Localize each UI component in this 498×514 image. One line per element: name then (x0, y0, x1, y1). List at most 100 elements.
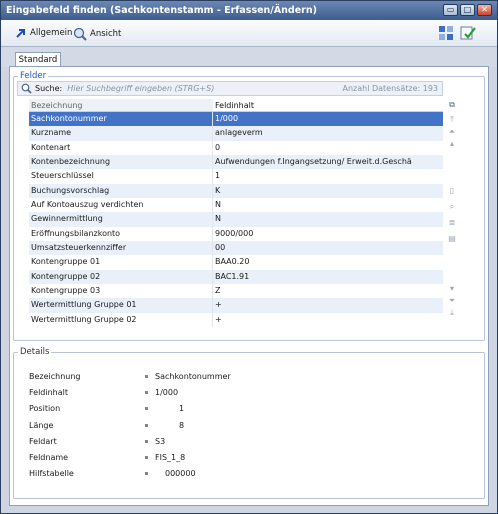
cell-feldinhalt: N (215, 214, 221, 224)
dialog-window: Eingabefeld finden (Sachkontenstamm - Er… (0, 0, 498, 514)
cell-feldinhalt: Aufwendungen f.Ingangsetzung/ Erweit.d.G… (215, 157, 412, 167)
table-row[interactable]: Wertermittlung Gruppe 01 + (29, 298, 443, 313)
move-up-small-icon[interactable]: ▴ (447, 139, 457, 149)
title-bar[interactable]: Eingabefeld finden (Sachkontenstamm - Er… (1, 1, 497, 20)
detail-value: 8 (179, 420, 185, 430)
cell-feldinhalt: anlageverm (215, 128, 263, 138)
detail-value: 000000 (165, 469, 196, 479)
arrow-up-right-icon (16, 29, 25, 38)
table-row[interactable]: Steuerschlüssel 1 (29, 169, 443, 184)
move-up-icon[interactable]: ⏶ (447, 127, 457, 137)
detail-row: Hilfstabelle 000000 (29, 466, 329, 482)
search-input[interactable]: Hier Suchbegriff eingeben (STRG+S) (67, 84, 214, 93)
search-label: Suche: (35, 84, 63, 93)
table-row[interactable]: Eröffnungsbilanzkonto 9000/000 (29, 226, 443, 242)
cell-bezeichnung: Wertermittlung Gruppe 01 (29, 298, 213, 313)
detail-value: 1 (179, 404, 185, 414)
felder-legend: Felder (20, 71, 47, 81)
detail-row: Feldinhalt 1/000 (29, 385, 329, 401)
felder-grid: Bezeichnung Feldinhalt Sachkontonummer 1/… (29, 99, 443, 328)
apply-icon[interactable] (459, 24, 477, 42)
details-legend: Details (20, 347, 50, 357)
table-row[interactable]: Sachkontonummer 1/000 (29, 112, 443, 127)
table-row[interactable]: Umsatzsteuerkennziffer 00 (29, 241, 443, 256)
detail-label: Feldinhalt (29, 388, 69, 398)
cell-feldinhalt: 1/000 (213, 112, 443, 127)
table-row[interactable]: Kontenart 0 (29, 140, 443, 156)
detail-label: Bezeichnung (29, 372, 81, 381)
table-row[interactable]: Auf Kontoauszug verdichten N (29, 198, 443, 213)
bullet-icon (145, 455, 148, 459)
detail-row: Position 1 (29, 401, 329, 417)
cell-bezeichnung: Sachkontonummer (29, 112, 213, 127)
tab-bar: Standard (1, 47, 497, 68)
copy-icon[interactable]: ⧉ (447, 100, 457, 110)
allgemein-button[interactable]: Allgemein (15, 27, 72, 39)
cell-feldinhalt: Z (215, 286, 221, 296)
cell-bezeichnung: Auf Kontoauszug verdichten (29, 198, 213, 213)
table-row[interactable]: Buchungsvorschlag K (29, 183, 443, 199)
table-row[interactable]: Kontenbezeichnung Aufwendungen f.Ingangse… (29, 155, 443, 170)
cell-feldinhalt: N (215, 200, 221, 210)
table-row[interactable]: Wertermittlung Gruppe 02 + (29, 312, 443, 328)
move-down-icon[interactable]: ⏷ (447, 296, 457, 306)
bullet-icon (145, 391, 148, 395)
cell-bezeichnung: Kontenart (29, 140, 213, 156)
bullet-icon (145, 423, 148, 427)
table-row[interactable]: Kontengruppe 02 BAC1.91 (29, 269, 443, 285)
toolbar: Allgemein Ansicht (1, 20, 497, 47)
search-icon (21, 83, 32, 94)
sort-icon[interactable]: ≣ (447, 218, 457, 228)
move-bottom-icon[interactable]: ⤓ (447, 308, 457, 318)
detail-label: Feldart (29, 436, 57, 446)
grid-side-toolbar: ⧉ ⤒ ⏶ ▴ ▯ ⌕ ≣ ▤ ▾ ⏷ ⤓ (445, 98, 459, 328)
column-header-feldinhalt[interactable]: Feldinhalt (213, 99, 443, 111)
table-row[interactable]: Gewinnermittlung N (29, 212, 443, 227)
cell-bezeichnung: Kurzname (29, 126, 213, 141)
ansicht-label: Ansicht (90, 29, 122, 39)
column-icon[interactable]: ▯ (447, 186, 457, 196)
move-down-small-icon[interactable]: ▾ (447, 284, 457, 294)
cell-bezeichnung: Steuerschlüssel (29, 169, 213, 184)
cell-feldinhalt: K (215, 185, 221, 195)
cell-bezeichnung: Buchungsvorschlag (29, 183, 213, 199)
window-controls: ▭ □ ✕ (443, 4, 492, 16)
detail-row: Bezeichnung Sachkontonummer (29, 369, 329, 385)
cell-bezeichnung: Kontengruppe 01 (29, 255, 213, 270)
detail-value: S3 (155, 436, 166, 446)
bullet-icon (145, 472, 148, 476)
minimize-button[interactable]: ▭ (443, 4, 458, 16)
record-count: Anzahl Datensätze: 193 (342, 84, 438, 93)
detail-value: 1/000 (155, 388, 179, 398)
cell-bezeichnung: Wertermittlung Gruppe 02 (29, 312, 213, 328)
filter-icon[interactable]: ▤ (447, 234, 457, 244)
detail-label: Länge (29, 420, 54, 430)
table-row[interactable]: Kurzname anlageverm (29, 126, 443, 141)
cell-feldinhalt: + (215, 300, 222, 310)
detail-row: Feldname FIS_1_8 (29, 450, 329, 466)
cell-feldinhalt: 00 (215, 243, 226, 253)
cell-bezeichnung: Eröffnungsbilanzkonto (29, 226, 213, 242)
table-row[interactable]: Kontengruppe 03 Z (29, 284, 443, 299)
column-header-bezeichnung[interactable]: Bezeichnung (29, 99, 213, 111)
maximize-button[interactable]: □ (460, 4, 475, 16)
layout-icon[interactable] (437, 24, 455, 42)
details-list: Bezeichnung Sachkontonummer Feldinhalt 1/00… (29, 369, 329, 482)
ansicht-button[interactable]: Ansicht (73, 27, 121, 41)
cell-bezeichnung: Kontengruppe 03 (29, 284, 213, 299)
zoom-icon[interactable]: ⌕ (447, 202, 457, 212)
search-bar[interactable]: Suche: Hier Suchbegriff eingeben (STRG+S… (17, 81, 443, 96)
bullet-icon (145, 439, 148, 443)
detail-row: Länge 8 (29, 418, 329, 434)
table-row[interactable]: Kontengruppe 01 BAA0.20 (29, 255, 443, 270)
cell-feldinhalt: BAC1.91 (215, 271, 250, 281)
detail-label: Hilfstabelle (29, 469, 74, 479)
detail-row: Feldart S3 (29, 434, 329, 450)
bullet-icon (145, 375, 148, 378)
move-top-icon[interactable]: ⤒ (447, 115, 457, 125)
grid-header: Bezeichnung Feldinhalt (29, 99, 443, 112)
detail-value: FIS_1_8 (155, 452, 186, 462)
cell-bezeichnung: Gewinnermittlung (29, 212, 213, 227)
close-button[interactable]: ✕ (477, 4, 492, 16)
detail-label: Position (29, 404, 61, 414)
